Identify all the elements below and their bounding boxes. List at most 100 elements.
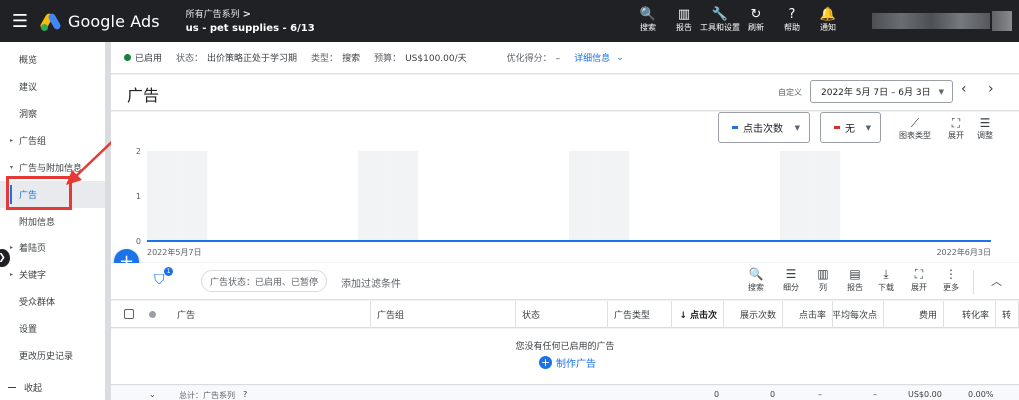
sidebar-collapse[interactable]: 收起 — [0, 378, 105, 396]
column-header-3[interactable]: 广告类型 — [608, 301, 672, 328]
sidebar-item-label: 概览 — [19, 56, 38, 66]
table-tool-segment[interactable]: ☰ 细分 — [776, 267, 806, 293]
account-email-redacted[interactable] — [872, 13, 990, 29]
sidebar-item-7[interactable]: ▸ 着陆页 — [0, 234, 105, 261]
optimization-score-value: – — [555, 54, 561, 64]
download-icon: ⤓ — [883, 267, 889, 281]
topbar-tool-label: 刷新 — [748, 23, 764, 32]
total-ctr: – — [818, 390, 822, 399]
help-icon[interactable]: ? — [243, 390, 247, 399]
topbar-tool-help[interactable]: ? 帮助 — [774, 0, 810, 42]
next-period-icon[interactable]: › — [988, 81, 994, 97]
account-selector[interactable]: 所有广告系列 > us - pet supplies - 6/13 — [186, 8, 315, 35]
adjust-icon: ☰ — [979, 116, 991, 130]
total-conv-rate: 0.00% — [968, 390, 994, 399]
topbar-tool-refresh[interactable]: ↻ 刷新 — [738, 0, 774, 42]
sidebar-item-11[interactable]: 更改历史记录 — [0, 342, 105, 369]
menu-icon[interactable]: ☰ — [0, 0, 40, 42]
top-bar: ☰ Google Ads 所有广告系列 > us - pet supplies … — [0, 0, 1019, 42]
search-icon: 🔍 — [748, 267, 764, 281]
sidebar-item-2[interactable]: 洞察 — [0, 100, 105, 127]
google-ads-logo[interactable]: Google Ads — [39, 11, 186, 31]
topbar-tool-label: 报告 — [676, 23, 692, 32]
report-icon: ▤ — [849, 267, 861, 281]
topbar-tool-label: 工具和设置 — [700, 23, 740, 32]
avatar[interactable] — [992, 11, 1012, 31]
caret-right-icon: ▸ — [10, 271, 14, 278]
column-header-5[interactable]: 展示次数 — [724, 301, 783, 328]
column-header-6[interactable]: 点击率 — [783, 301, 833, 328]
google-ads-logo-icon — [39, 11, 62, 31]
sidebar-item-6[interactable]: 附加信息 — [0, 208, 105, 235]
expand-total-icon[interactable]: ⌄ — [149, 390, 156, 399]
total-label: 总计：广告系列 — [179, 391, 235, 400]
column-header-2[interactable]: 状态 — [516, 301, 608, 328]
enabled-dot-icon — [124, 54, 131, 61]
filter-icon[interactable]: ⛉ — [154, 272, 165, 288]
column-header-1[interactable]: 广告组 — [371, 301, 516, 328]
y-tick-label: 0 — [136, 237, 141, 246]
chevron-right-icon: > — [242, 8, 251, 20]
account-path: 所有广告系列 — [185, 9, 240, 20]
ad-status-filter-chip[interactable]: 广告状态：已启用、已暂停 — [201, 270, 328, 292]
topbar-tool-bell[interactable]: 🔔 通知 — [810, 0, 846, 42]
wrench-icon: 🔧 — [711, 7, 729, 22]
column-header-0[interactable]: 广告 — [171, 301, 371, 328]
sidebar-item-8[interactable]: ▸ 关键字 — [0, 261, 105, 288]
weekend-band — [810, 151, 841, 241]
table-tool-expand[interactable]: ⛶ 展开 — [904, 267, 934, 293]
chevron-down-icon[interactable]: ⌄ — [616, 53, 624, 63]
column-header-7[interactable]: 平均每次点 — [833, 301, 884, 328]
weekend-band — [569, 151, 600, 241]
date-range-picker[interactable]: 2022年 5月 7日 – 6月 3日 ▼ — [810, 80, 953, 103]
metric-selector-clicks[interactable]: 点击次数 ▼ — [718, 112, 810, 143]
sidebar-item-1[interactable]: 建议 — [0, 73, 105, 100]
column-header-4[interactable]: ↓ 点击次 — [672, 301, 724, 328]
table-tool-label: 搜索 — [748, 283, 764, 292]
table-tool-search[interactable]: 🔍 搜索 — [741, 267, 771, 293]
column-header-8[interactable]: 费用 — [884, 301, 944, 328]
toolbar-divider — [973, 270, 974, 294]
campaign-status-bar: 已启用 状态： 出价策略正处于学习期 类型： 搜索 预算： US$100.00/天 优… — [111, 42, 1019, 74]
previous-period-icon[interactable]: ‹ — [961, 81, 967, 97]
sidebar: 概览 建议 洞察 ▸ 广告组 ▾ 广告与附加信息 广告 附加信息 ▸ 着陆页 ▸ 关键字 受众群体 设置 更改… — [0, 42, 105, 400]
topbar-tool-search[interactable]: 🔍 搜索 — [630, 0, 666, 42]
optimization-score-key: 优化得分： — [506, 54, 552, 64]
sidebar-item-label: 着陆页 — [19, 244, 47, 254]
sidebar-item-0[interactable]: 概览 — [0, 46, 105, 73]
status-key: 状态： — [176, 54, 204, 64]
sidebar-item-label: 更改历史记录 — [19, 352, 74, 362]
column-header-10[interactable]: 转 — [996, 301, 1019, 328]
select-all-checkbox[interactable] — [124, 309, 134, 319]
chart-tool-label: 展开 — [948, 131, 964, 140]
column-header-9[interactable]: 转化率 — [944, 301, 996, 328]
table-header: 广告 广告组 状态 广告类型 ↓ 点击次 展示次数 点击率 平均每次点 费用 转化率转 — [111, 301, 1019, 328]
sidebar-item-label: 广告组 — [19, 137, 47, 147]
table-tool-download[interactable]: ⤓ 下载 — [871, 267, 901, 293]
add-filter-button[interactable]: 添加过滤条件 — [341, 275, 401, 290]
caret-right-icon: ▸ — [10, 137, 14, 144]
create-ad-link[interactable]: + 制作广告 — [539, 355, 596, 370]
chart-tool-adjust[interactable]: ☰ 调整 — [977, 116, 993, 144]
topbar-tool-reports[interactable]: ▥ 报告 — [666, 0, 702, 42]
table-tool-label: 报告 — [847, 283, 863, 292]
table-tool-more[interactable]: ⋮ 更多 — [936, 267, 966, 293]
table-tool-report[interactable]: ▤ 报告 — [840, 267, 870, 293]
metric-selector-none[interactable]: 无 ▼ — [820, 112, 881, 143]
segment-icon: ☰ — [785, 267, 797, 281]
sidebar-item-9[interactable]: 受众群体 — [0, 288, 105, 315]
page-header: 广告 自定义 2022年 5月 7日 – 6月 3日 ▼ ‹ › — [111, 75, 1019, 111]
topbar-tool-wrench[interactable]: 🔧 工具和设置 — [700, 0, 740, 42]
budget-key: 预算： — [374, 54, 402, 64]
details-link[interactable]: 详细信息 — [574, 51, 610, 64]
collapse-chart-icon[interactable]: ︿ — [991, 273, 1002, 289]
filter-toolbar: ⛉ 1 广告状态：已启用、已暂停 添加过滤条件 🔍 搜索 ☰ 细分 ▥ 列 ▤ 报告 ⤓ 下载 ⛶ 展… — [111, 263, 1019, 300]
chart-tool-chart-type[interactable]: ⟋ 图表类型 — [899, 116, 931, 144]
expand-icon: ⛶ — [951, 116, 961, 130]
chart-tool-expand[interactable]: ⛶ 展开 — [948, 116, 964, 144]
caret-down-icon: ▾ — [10, 164, 14, 171]
table-tool-label: 展开 — [911, 283, 927, 292]
table-tool-columns[interactable]: ▥ 列 — [808, 267, 838, 293]
sidebar-item-10[interactable]: 设置 — [0, 315, 105, 342]
sidebar-item-label: 设置 — [19, 325, 38, 335]
